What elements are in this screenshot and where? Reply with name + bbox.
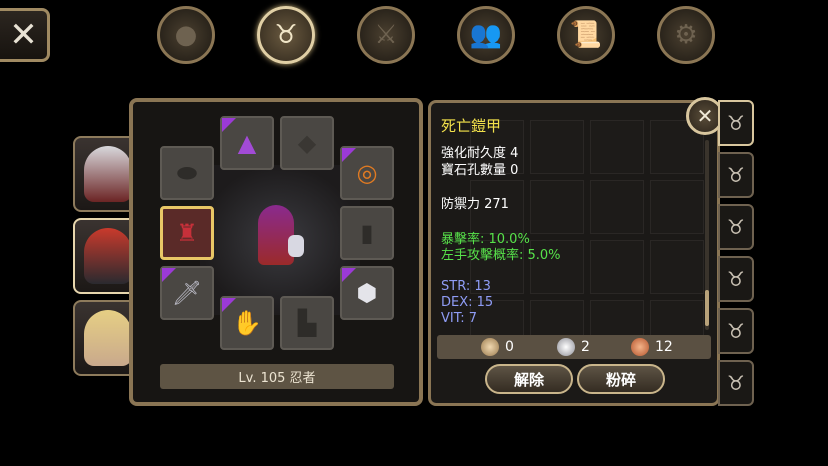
- bag-tab-2[interactable]: ♉: [718, 152, 754, 198]
- defense-text: 防禦力 271: [441, 197, 509, 212]
- close-icon: ✕: [696, 104, 714, 128]
- tab-party[interactable]: 👥: [457, 6, 515, 64]
- bag-tab-search[interactable]: ♉: [718, 360, 754, 406]
- slot-ring[interactable]: ◎: [340, 146, 394, 200]
- copper-amount: 12: [655, 339, 673, 355]
- slot-boots[interactable]: ▙: [280, 296, 334, 350]
- bracer-icon: ✋: [232, 309, 262, 337]
- slot-hat[interactable]: ⬬: [160, 146, 214, 200]
- bag-icon: ♉: [274, 20, 298, 50]
- scroll-icon: 📜: [569, 20, 603, 50]
- slot-armor[interactable]: ♜: [160, 206, 214, 260]
- tab-character[interactable]: ●: [157, 6, 215, 64]
- bag-icon: ♉: [727, 111, 745, 135]
- info-scrollbar[interactable]: [705, 140, 709, 330]
- slot-shield[interactable]: ⬢: [340, 266, 394, 320]
- character-avatar: [84, 146, 132, 202]
- close-icon: ✕: [9, 15, 38, 55]
- str-stat: STR: 13: [441, 279, 491, 294]
- rarity-corner: [222, 298, 236, 312]
- silver-amount: 2: [581, 339, 590, 355]
- scrollbar-thumb[interactable]: [705, 290, 709, 326]
- currency-bar: 0 2 12: [437, 335, 711, 359]
- vit-stat: VIT: 7: [441, 311, 478, 326]
- search-bag-icon: ♉: [727, 371, 745, 395]
- shield-sprite: [288, 235, 304, 257]
- bag-tab-1[interactable]: ♉: [718, 100, 754, 146]
- bag-icon: ♉: [727, 267, 745, 291]
- unequip-button[interactable]: 解除: [485, 364, 573, 394]
- slot-helmet[interactable]: ▲: [220, 116, 274, 170]
- wizard-hat-icon: ▲: [237, 129, 257, 157]
- slot-weapon[interactable]: 🗡: [160, 266, 214, 320]
- slot-bracer[interactable]: ✋: [220, 296, 274, 350]
- bronze-amount: 0: [505, 339, 514, 355]
- shield-icon: ⬢: [356, 279, 378, 307]
- ring-icon: ◎: [356, 159, 378, 187]
- armor-icon: ♜: [176, 219, 198, 247]
- close-button[interactable]: ✕: [0, 8, 50, 62]
- tab-skills[interactable]: ⚔: [357, 6, 415, 64]
- tab-settings[interactable]: ⚙: [657, 6, 715, 64]
- slot-cape[interactable]: ◆: [280, 116, 334, 170]
- item-name: 死亡鎧甲: [441, 117, 502, 135]
- bag-icon: ♉: [727, 163, 745, 187]
- bag-icon: ♉: [727, 215, 745, 239]
- copper-coin-icon: [631, 338, 649, 356]
- boot-icon: ▙: [297, 309, 317, 337]
- gear-icon: ⚙: [674, 20, 698, 50]
- crossed-swords-icon: ⚔: [374, 20, 398, 50]
- dagger-icon: 🗡: [171, 279, 203, 307]
- people-icon: 👥: [469, 20, 503, 50]
- character-sprite: [258, 205, 294, 265]
- gauntlet-icon: ▮: [360, 219, 374, 247]
- silver-coin-icon: [557, 338, 575, 356]
- rarity-corner: [342, 268, 356, 282]
- head-silhouette-icon: ●: [174, 20, 198, 50]
- character-avatar: [84, 310, 132, 366]
- level-label: Lv. 105 忍者: [160, 364, 394, 389]
- tab-bag[interactable]: ♉: [257, 6, 315, 64]
- rarity-corner: [162, 268, 176, 282]
- rarity-corner: [342, 148, 356, 162]
- character-preview: [200, 165, 360, 315]
- bag-tab-4[interactable]: ♉: [718, 256, 754, 302]
- bag-tab-5[interactable]: ♉: [718, 308, 754, 354]
- shatter-button[interactable]: 粉碎: [577, 364, 665, 394]
- bronze-coin-icon: [481, 338, 499, 356]
- dex-stat: DEX: 15: [441, 295, 494, 310]
- tab-quest[interactable]: 📜: [557, 6, 615, 64]
- offhand-rate-text: 左手攻擊概率: 5.0%: [441, 248, 561, 263]
- bag-tab-3[interactable]: ♉: [718, 204, 754, 250]
- slot-gloves[interactable]: ▮: [340, 206, 394, 260]
- socket-count-text: 寶石孔數量 0: [441, 163, 519, 178]
- character-avatar: [84, 228, 132, 284]
- bag-icon: ♉: [727, 319, 745, 343]
- cloak-icon: ◆: [297, 129, 317, 157]
- rarity-corner: [222, 118, 236, 132]
- hat-icon: ⬬: [176, 159, 198, 187]
